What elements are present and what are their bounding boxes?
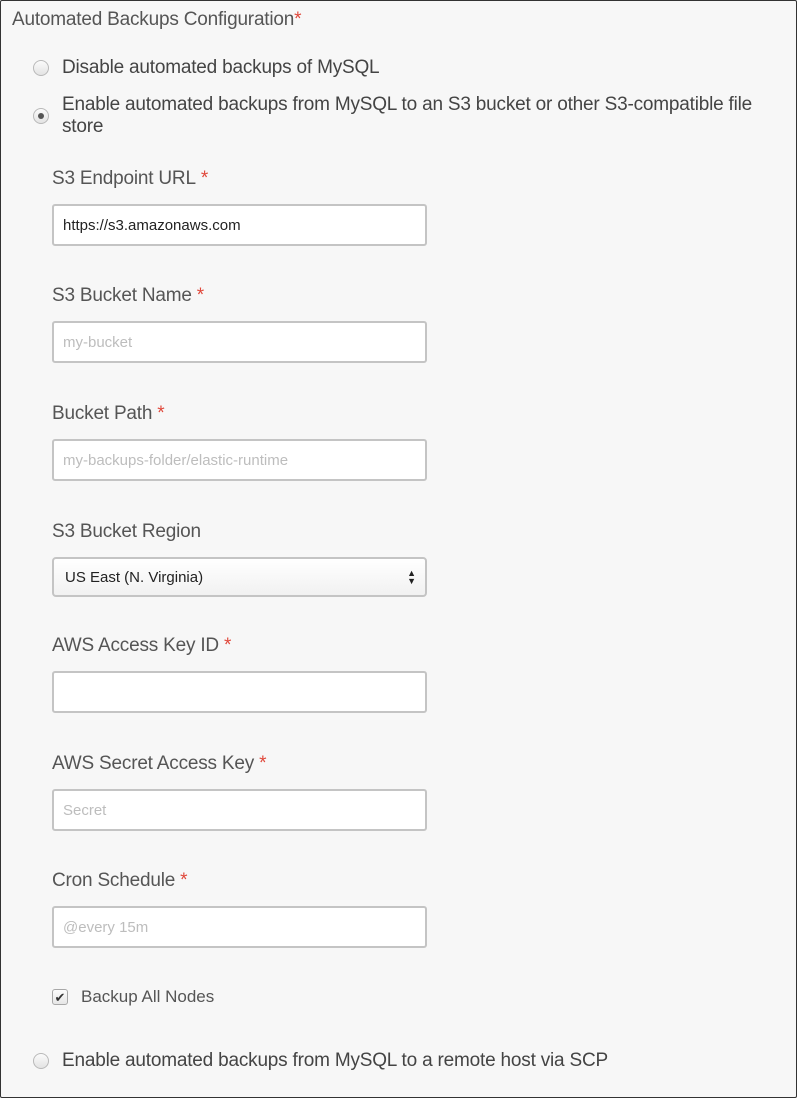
endpoint-label: S3 Endpoint URL * [52, 168, 209, 189]
region-selected-value: US East (N. Virginia) [65, 568, 204, 586]
checkbox-label: Backup All Nodes [81, 987, 215, 1006]
radio-enable-scp-backups[interactable]: Enable automated backups from MySQL to a… [33, 1050, 608, 1072]
check-icon: ✔ [54, 989, 66, 1005]
access-key-input[interactable] [52, 671, 427, 713]
radio-disable-backups[interactable]: Disable automated backups of MySQL [33, 57, 380, 79]
radio-enable-s3-backups[interactable]: Enable automated backups from MySQL to a… [33, 94, 797, 138]
radio-button-selected[interactable] [33, 108, 49, 124]
section-title: Automated Backups Configuration* [12, 9, 302, 30]
bucket-path-label: Bucket Path * [52, 403, 165, 424]
radio-label: Enable automated backups from MySQL to a… [62, 94, 753, 137]
bucket-name-input[interactable] [52, 321, 427, 363]
endpoint-input[interactable] [52, 204, 427, 246]
radio-label: Disable automated backups of MySQL [62, 57, 380, 78]
bucket-name-label: S3 Bucket Name * [52, 285, 204, 306]
cron-label: Cron Schedule * [52, 870, 188, 891]
access-key-label: AWS Access Key ID * [52, 635, 232, 656]
radio-button[interactable] [33, 1053, 49, 1069]
backup-all-nodes-option[interactable]: ✔ Backup All Nodes [52, 987, 214, 1007]
select-arrows-icon: ▲ ▼ [407, 568, 416, 586]
region-select[interactable]: US East (N. Virginia) ▲ ▼ [52, 557, 427, 597]
bucket-path-input[interactable] [52, 439, 427, 481]
secret-key-input[interactable] [52, 789, 427, 831]
region-label: S3 Bucket Region [52, 521, 201, 542]
radio-button[interactable] [33, 60, 49, 76]
backup-all-nodes-checkbox[interactable]: ✔ [52, 989, 68, 1005]
cron-input[interactable] [52, 906, 427, 948]
secret-key-label: AWS Secret Access Key * [52, 753, 267, 774]
required-marker: * [294, 9, 302, 30]
radio-label: Enable automated backups from MySQL to a… [62, 1050, 608, 1071]
